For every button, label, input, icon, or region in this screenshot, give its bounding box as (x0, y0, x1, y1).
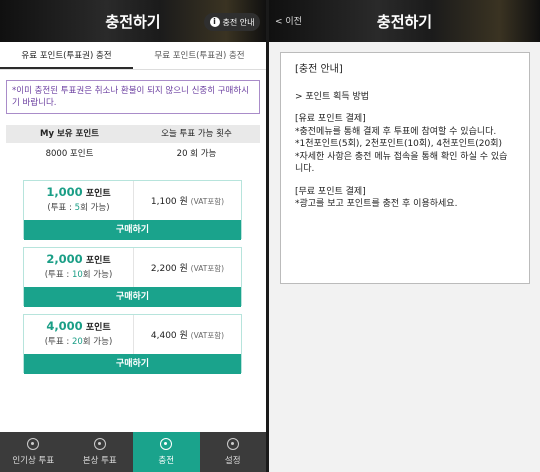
package-votes: 10 (71, 270, 83, 280)
charge-tabs: 유료 포인트(투표권) 충전 무료 포인트(투표권) 충전 (0, 42, 266, 70)
guide-section-free: [무료 포인트 결제] *광고를 보고 포인트를 충전 후 이용하세요. (295, 186, 458, 210)
charge-screen: 충전하기 i 충전 안내 유료 포인트(투표권) 충전 무료 포인트(투표권) … (0, 0, 266, 472)
guide-heading: [충전 안내] (295, 64, 343, 75)
package-votes: 20 (71, 337, 83, 347)
package-card-2000: 2,000 포인트 (투표 : 10회 가능) 2,200 원 (VAT포함) … (23, 247, 242, 307)
votes-prefix: (투표 : (44, 270, 72, 280)
votes-suffix: 회 가능) (80, 203, 110, 213)
guide-section-paid: [유료 포인트 결제] *충전메뉴를 통해 결제 후 투표에 참여할 수 있습니… (295, 114, 508, 174)
votes-prefix: (투표 : (44, 337, 72, 347)
tab-free-points[interactable]: 무료 포인트(투표권) 충전 (133, 42, 266, 69)
buy-button[interactable]: 구매하기 (24, 220, 241, 240)
vat-label: (VAT포함) (190, 197, 225, 206)
my-points-header: My 보유 포인트 (39, 129, 100, 139)
nav-label: 본상 투표 (82, 456, 117, 466)
charge-guide-label: 충전 안내 (222, 17, 255, 27)
package-price: 4,400 원 (150, 331, 188, 341)
votes-suffix: 회 가능) (82, 337, 113, 347)
refund-notice: *이미 충전된 투표권은 취소나 환불이 되지 않으니 신중히 구매하시기 바랍… (6, 80, 260, 114)
package-points-unit: 포인트 (85, 323, 111, 333)
package-price: 2,200 원 (150, 264, 188, 274)
package-points-unit: 포인트 (85, 256, 111, 266)
my-points-value: 8000 포인트 (45, 149, 94, 159)
balance-row: 8000 포인트 20 회 가능 (6, 143, 260, 165)
settings-icon (226, 438, 239, 450)
bottom-nav: 인기상 투표 본상 투표 충전 설정 (0, 432, 266, 472)
package-points: 4,000 (46, 319, 83, 333)
votes-suffix: 회 가능) (82, 270, 113, 280)
vat-label: (VAT포함) (190, 331, 225, 340)
votes-prefix: (투표 : (47, 203, 75, 213)
header-bar: < 이전 충전하기 (269, 0, 540, 42)
nav-charge[interactable]: 충전 (133, 432, 200, 472)
charge-guide-button[interactable]: i 충전 안내 (204, 13, 260, 31)
vat-label: (VAT포함) (190, 264, 225, 273)
charge-guide-screen: < 이전 충전하기 [충전 안내] > 포인트 획득 방법 [유료 포인트 결제… (269, 0, 540, 472)
guide-section-how: > 포인트 획득 방법 (295, 91, 370, 102)
today-votes-header: 오늘 투표 가능 횟수 (161, 129, 232, 139)
package-points-unit: 포인트 (85, 189, 111, 199)
nav-label: 설정 (224, 456, 241, 466)
package-points: 2,000 (46, 252, 83, 266)
nav-main-award-vote[interactable]: 본상 투표 (67, 432, 134, 472)
buy-button[interactable]: 구매하기 (24, 354, 241, 374)
buy-button[interactable]: 구매하기 (24, 287, 241, 307)
charge-guide-panel: [충전 안내] > 포인트 획득 방법 [유료 포인트 결제] *충전메뉴를 통… (280, 52, 530, 284)
charge-icon (160, 438, 173, 450)
package-price: 1,100 원 (150, 197, 188, 207)
popular-vote-icon (27, 438, 40, 450)
today-votes-value: 20 회 가능 (176, 149, 217, 159)
page-title: 충전하기 (376, 13, 433, 31)
nav-label: 인기상 투표 (12, 456, 55, 466)
package-card-1000: 1,000 포인트 (투표 : 5회 가능) 1,100 원 (VAT포함) 구… (23, 180, 242, 240)
nav-label: 충전 (158, 456, 175, 466)
package-card-4000: 4,000 포인트 (투표 : 20회 가능) 4,400 원 (VAT포함) … (23, 314, 242, 374)
nav-popular-vote[interactable]: 인기상 투표 (0, 432, 67, 472)
header-bar: 충전하기 i 충전 안내 (0, 0, 266, 42)
info-icon: i (209, 17, 220, 27)
main-award-icon (93, 438, 106, 450)
nav-settings[interactable]: 설정 (200, 432, 267, 472)
balance-header: My 보유 포인트 오늘 투표 가능 횟수 (6, 125, 260, 143)
tab-paid-points[interactable]: 유료 포인트(투표권) 충전 (0, 42, 133, 69)
package-points: 1,000 (46, 185, 83, 199)
